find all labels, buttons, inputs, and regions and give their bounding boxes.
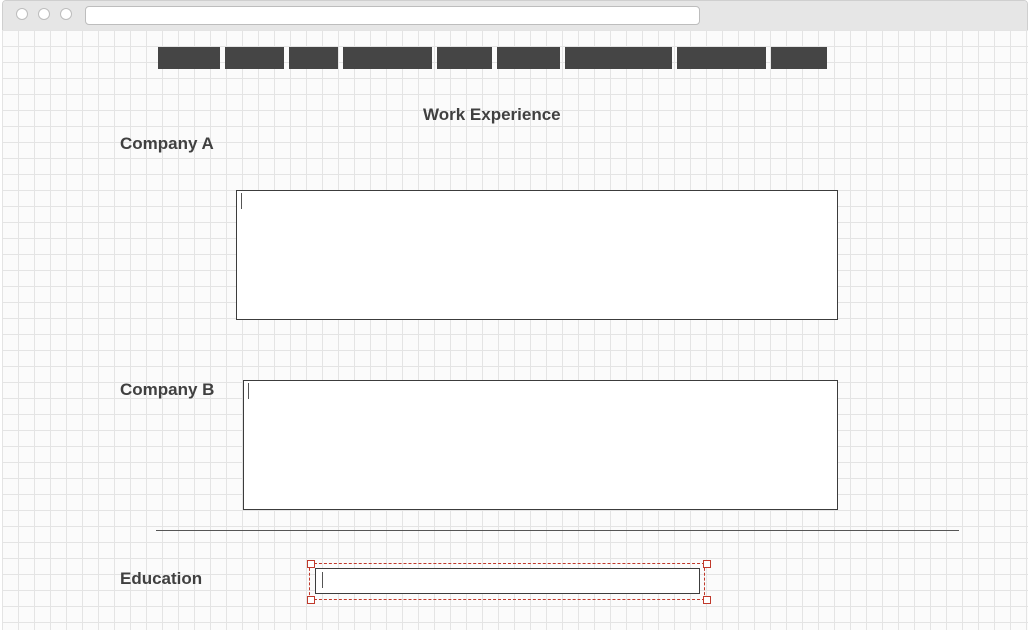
browser-titlebar (3, 1, 1027, 31)
education-label: Education (120, 569, 203, 588)
resize-handle-top-left[interactable] (307, 560, 315, 568)
resize-handle-bottom-right[interactable] (703, 596, 711, 604)
nav-item-7[interactable] (565, 47, 672, 69)
close-window-button[interactable] (16, 8, 28, 20)
section-title: Work Experience (423, 105, 561, 124)
nav-item-8[interactable] (677, 47, 766, 69)
nav-item-5[interactable] (437, 47, 492, 69)
company-b-textarea[interactable] (243, 380, 838, 510)
nav-item-2[interactable] (225, 47, 284, 69)
nav-item-9[interactable] (771, 47, 827, 69)
text-cursor (322, 572, 323, 588)
text-cursor (241, 193, 242, 209)
company-a-textarea[interactable] (236, 190, 838, 320)
nav-item-4[interactable] (343, 47, 432, 69)
nav-item-3[interactable] (289, 47, 338, 69)
resize-handle-bottom-left[interactable] (307, 596, 315, 604)
minimize-window-button[interactable] (38, 8, 50, 20)
text-cursor (248, 383, 249, 399)
address-bar[interactable] (85, 6, 700, 25)
education-input[interactable] (315, 568, 700, 594)
nav-item-1[interactable] (158, 47, 220, 69)
company-a-label: Company A (120, 134, 214, 153)
nav-item-6[interactable] (497, 47, 560, 69)
resize-handle-top-right[interactable] (703, 560, 711, 568)
section-divider (156, 530, 959, 531)
maximize-window-button[interactable] (60, 8, 72, 20)
company-b-label: Company B (120, 380, 215, 399)
